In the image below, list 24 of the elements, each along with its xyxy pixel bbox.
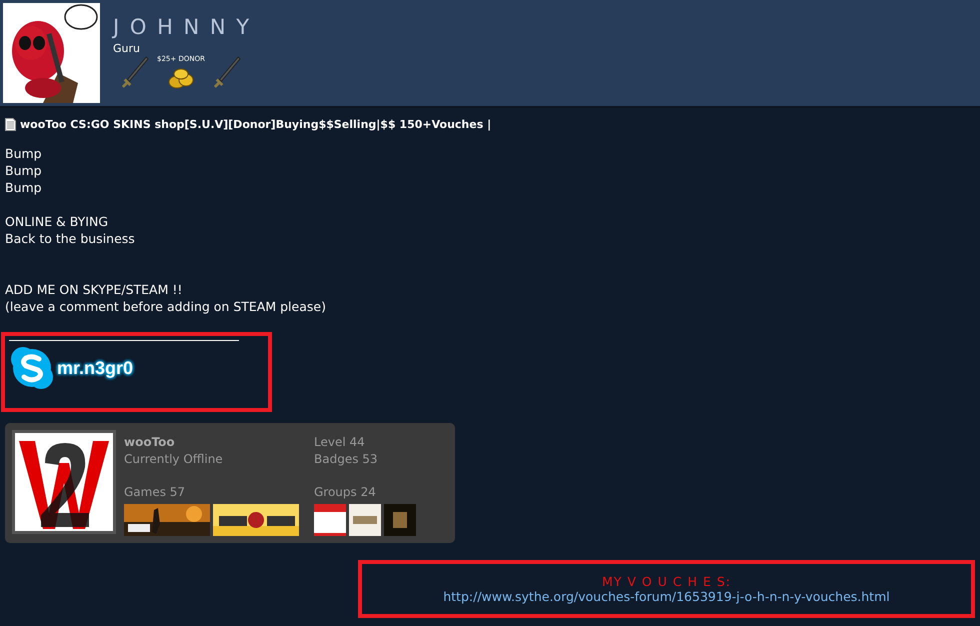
steam-level: Level 44 <box>314 434 366 451</box>
sword-icon <box>212 55 241 89</box>
coins-icon <box>168 67 194 89</box>
post-text: (leave a comment before adding on STEAM please) <box>5 298 327 315</box>
skype-handle: mr.n3gr0 <box>57 358 134 378</box>
sword-icon <box>121 55 149 89</box>
post-text: Bump <box>5 179 43 196</box>
post-text: ADD ME ON SKYPE/STEAM !! <box>5 281 184 298</box>
groups-count: Groups 24 <box>314 484 377 501</box>
user-rank: Guru <box>113 42 141 55</box>
online-status: Currently Offline <box>124 451 224 468</box>
post-text: Back to the business <box>5 230 136 247</box>
vouches-heading: MY V O U C H E S: <box>602 574 731 589</box>
document-icon <box>5 118 16 131</box>
username: J O H N N Y <box>113 15 252 39</box>
post-text: Bump <box>5 145 43 162</box>
post-text: Bump <box>5 162 43 179</box>
games-count: Games 57 <box>124 484 186 501</box>
badges-count: Badges 53 <box>314 451 379 468</box>
vouches-link[interactable]: http://www.sythe.org/vouches-forum/1653919-j-o-h-n-n-y-vouches.html <box>443 589 890 604</box>
post-text: ONLINE & BYING <box>5 213 110 230</box>
steam-name: wooToo <box>124 434 176 451</box>
skype-icon <box>9 345 55 391</box>
thread-title: wooToo CS:GO SKINS shop[S.U.V][Donor]Buying$$Selling|$$ 150+Vouches | <box>20 118 492 131</box>
